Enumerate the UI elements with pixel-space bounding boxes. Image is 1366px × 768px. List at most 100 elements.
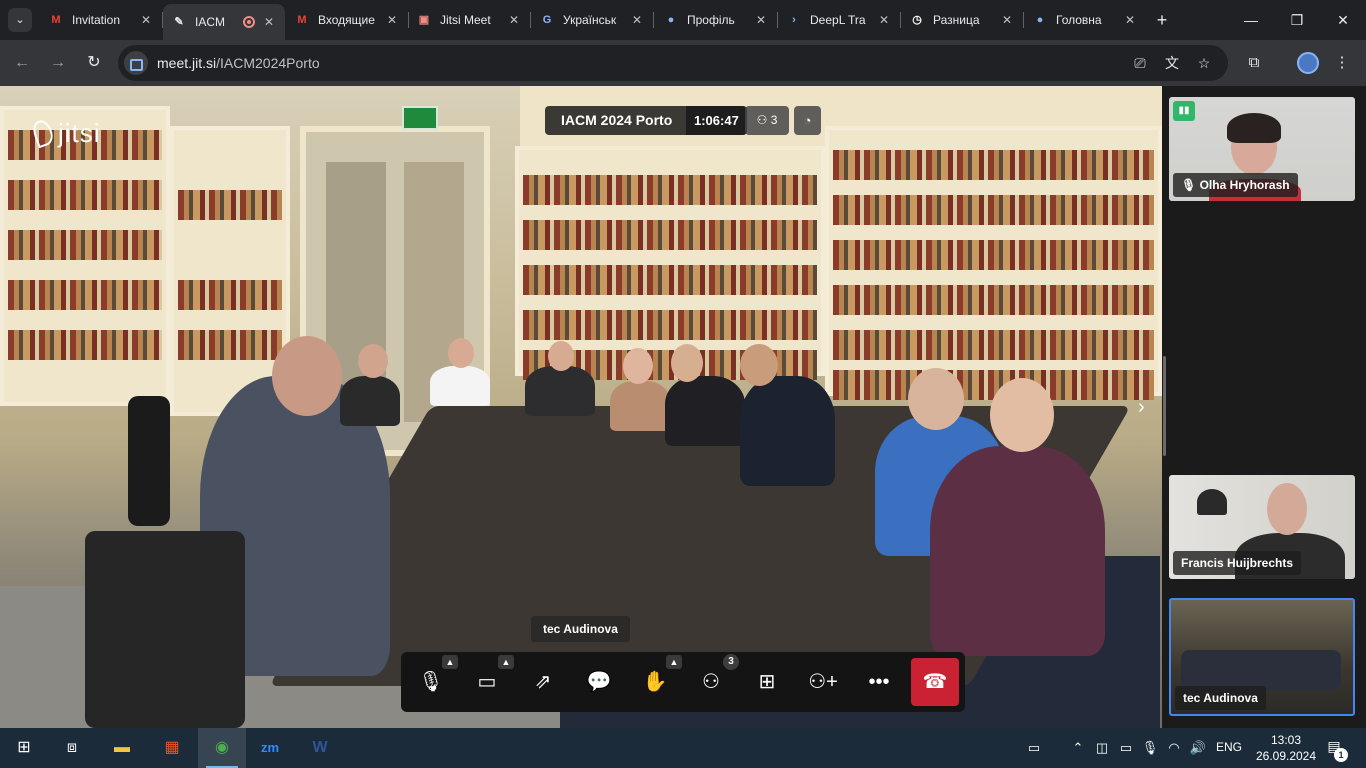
bookmark-star-icon[interactable]: ☆ xyxy=(1194,53,1214,73)
tab-jitsi-meet[interactable]: ▣ Jitsi Meet ✕ xyxy=(408,6,530,34)
site-info-icon[interactable] xyxy=(124,51,148,75)
new-tab-button[interactable]: + xyxy=(1150,8,1174,32)
tile-view-button[interactable]: ⊞ xyxy=(745,660,789,704)
jitsi-icon: ✎ xyxy=(174,16,184,28)
participant-figure xyxy=(740,376,835,486)
display-icon[interactable]: ▭ xyxy=(1024,738,1044,758)
menu-kebab-icon[interactable]: ⋮ xyxy=(1330,51,1354,75)
chat-button[interactable]: 💬 xyxy=(577,660,621,704)
word-icon[interactable]: W xyxy=(296,728,344,768)
wifi-icon[interactable]: ◠ xyxy=(1164,738,1184,758)
file-explorer-icon[interactable]: ▬ xyxy=(98,728,146,768)
thumbnail-name: Francis Huijbrechts xyxy=(1173,551,1302,575)
leave-meeting-button[interactable]: ☎ xyxy=(911,658,959,706)
tab-deepl[interactable]: › DeepL Tra ✕ xyxy=(778,6,900,34)
tab-invitation[interactable]: M Invitation ✕ xyxy=(40,6,162,34)
forward-button[interactable]: → xyxy=(46,51,70,75)
video-settings-chevron-up-icon[interactable]: ▲ xyxy=(498,655,514,669)
participants-count-pill[interactable]: ⚇ 3 xyxy=(745,106,789,135)
start-icon[interactable]: ⊞ xyxy=(0,728,48,768)
tab-inbox[interactable]: M Входящие ✕ xyxy=(286,6,408,34)
participant-count: 3 xyxy=(770,113,778,127)
thumbnail-tec-audinova[interactable]: tec Audinova xyxy=(1169,598,1355,716)
url-host: meet.jit.si xyxy=(157,55,217,71)
share-screen-button[interactable]: ⇗ xyxy=(521,660,565,704)
tab-search-button[interactable]: ⌄ xyxy=(8,8,32,32)
system-clock[interactable]: 13:03 26.09.2024 xyxy=(1250,732,1322,764)
more-horizontal-icon: ••• xyxy=(868,671,890,693)
invite-button[interactable]: ⚇+ xyxy=(801,660,845,704)
install-app-icon[interactable]: ⎚ xyxy=(1130,53,1150,73)
audio-settings-chevron-up-icon[interactable]: ▲ xyxy=(442,655,458,669)
close-icon[interactable]: ✕ xyxy=(1122,13,1138,27)
jitsi-meet-icon: ▣ xyxy=(418,14,430,26)
tab-ukrainian[interactable]: G Українськ ✕ xyxy=(531,6,653,34)
filmstrip-toggle[interactable] xyxy=(1163,356,1166,456)
input-language[interactable]: ENG xyxy=(1216,740,1242,754)
tab-profile[interactable]: ● Профіль ✕ xyxy=(655,6,777,34)
participant-figure xyxy=(610,381,670,431)
tab-title: Разница xyxy=(933,13,980,27)
add-person-icon: ⚇+ xyxy=(808,671,838,693)
chrome-icon[interactable]: ◉ xyxy=(198,728,246,768)
restore-button[interactable]: ❐ xyxy=(1274,0,1320,40)
close-icon[interactable]: ✕ xyxy=(753,13,769,27)
chevron-right-icon[interactable]: › xyxy=(1138,396,1145,419)
globe-icon: ● xyxy=(667,14,675,26)
clock-date: 26.09.2024 xyxy=(1255,749,1317,763)
tab-home[interactable]: ● Головна ✕ xyxy=(1024,6,1146,34)
close-icon[interactable]: ✕ xyxy=(629,13,645,27)
close-icon[interactable]: ✕ xyxy=(506,13,522,27)
close-icon[interactable]: ✕ xyxy=(384,13,400,27)
network-adapter-icon[interactable]: ◫ xyxy=(1092,738,1112,758)
chevron-up-icon[interactable]: ⌃ xyxy=(1068,738,1088,758)
store-icon[interactable]: ▦ xyxy=(148,728,196,768)
reactions-chevron-up-icon[interactable]: ▲ xyxy=(666,655,682,669)
chat-icon: 💬 xyxy=(586,671,612,693)
url-text[interactable]: meet.jit.si/IACM2024Porto xyxy=(157,55,320,71)
reload-button[interactable]: ↻ xyxy=(82,51,106,75)
conference-name: IACM 2024 Porto xyxy=(545,106,687,135)
close-window-button[interactable]: ✕ xyxy=(1320,0,1366,40)
close-icon[interactable]: ✕ xyxy=(876,13,892,27)
participant-head xyxy=(1267,483,1307,535)
tab-iacm[interactable]: ✎ IACM ✕ xyxy=(163,4,285,40)
participant-figure xyxy=(430,366,490,406)
clock-time: 13:03 xyxy=(1270,733,1302,747)
jitsi-logo: jitsi xyxy=(30,117,101,149)
extensions-icon[interactable]: ⧉ xyxy=(1242,51,1266,75)
volume-icon[interactable]: 🔊 xyxy=(1188,738,1208,758)
thumbnail-name: 🎙 Olha Hryhorash xyxy=(1173,173,1298,197)
close-icon[interactable]: ✕ xyxy=(261,15,277,29)
main-video[interactable]: jitsi IACM 2024 Porto 1:06:47 ⚇ 3 ◔ › te… xyxy=(0,86,1162,728)
tile-view-icon: ⊞ xyxy=(758,671,776,693)
back-button[interactable]: ← xyxy=(10,51,34,75)
close-icon[interactable]: ✕ xyxy=(138,13,154,27)
translate-icon[interactable]: 文 xyxy=(1162,53,1182,73)
zoom-icon[interactable]: zm xyxy=(246,728,294,768)
participant-name: Francis Huijbrechts xyxy=(1181,556,1294,570)
browser-toolbar: ← → ↻ meet.jit.si/IACM2024Porto ⎚ 文 ☆ ⧉ … xyxy=(0,40,1366,86)
participant-head xyxy=(272,336,342,416)
minimize-button[interactable]: — xyxy=(1228,0,1274,40)
close-icon[interactable]: ✕ xyxy=(999,13,1015,27)
battery-icon[interactable]: ▭ xyxy=(1116,738,1136,758)
participant-head xyxy=(740,344,778,386)
thumbnail-francis-huijbrechts[interactable]: Francis Huijbrechts xyxy=(1169,475,1355,579)
conference-timer: 1:06:47 xyxy=(686,106,747,135)
performance-settings-icon[interactable]: ◔ xyxy=(794,106,821,135)
address-bar[interactable]: meet.jit.si/IACM2024Porto ⎚ 文 ☆ xyxy=(118,45,1228,81)
microphone-off-icon: 🎙 xyxy=(1181,178,1197,192)
participant-figure xyxy=(665,376,745,446)
thumbnail-olha-hryhorash[interactable]: ▮▮ 🎙 Olha Hryhorash xyxy=(1169,97,1355,201)
participant-head xyxy=(448,338,474,368)
jitsi-logo-text: jitsi xyxy=(58,118,101,148)
connection-status-icon[interactable]: ▮▮ xyxy=(1173,101,1195,121)
microphone-icon[interactable]: 🎙 xyxy=(1140,738,1160,758)
participant-head xyxy=(990,378,1054,452)
task-view-icon[interactable]: ⧈ xyxy=(48,728,96,768)
participant-hair xyxy=(1227,113,1281,143)
tab-difference[interactable]: ◷ Разница ✕ xyxy=(901,6,1023,34)
profile-avatar[interactable] xyxy=(1297,52,1319,74)
more-actions-button[interactable]: ••• xyxy=(857,660,901,704)
